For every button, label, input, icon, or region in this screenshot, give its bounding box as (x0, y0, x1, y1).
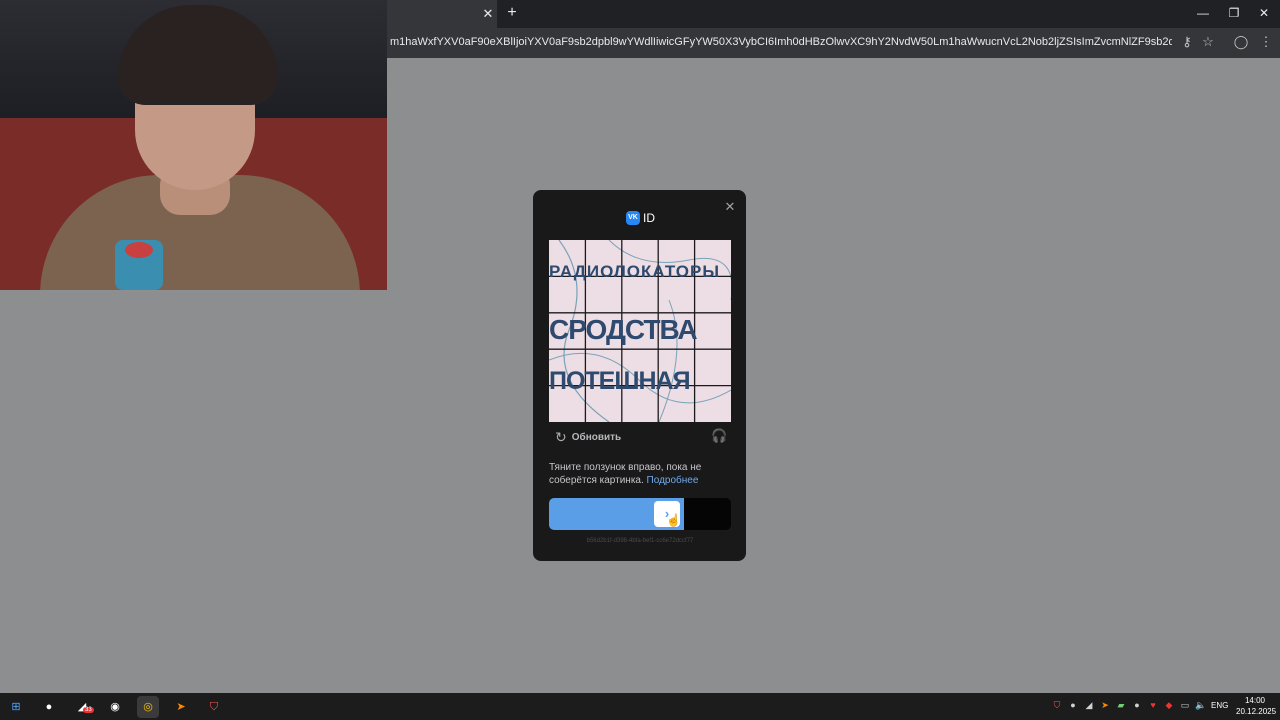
security-icon[interactable]: ◆ (1163, 700, 1175, 711)
puzzle-image: РАДИОЛОКАТОРЫ СРОДСТВА ПОТЕШНАЯ (549, 240, 731, 422)
webcam-overlay (0, 0, 387, 290)
telegram-badge: 33 (83, 707, 94, 713)
url-field[interactable]: m1haWxfYXV0aF90eXBlIjoiYXV0aF9sb2dpbl9wY… (390, 36, 1172, 48)
star-icon[interactable]: ☆ (1199, 34, 1217, 50)
more-link[interactable]: Подробнее (647, 475, 699, 486)
refresh-label: Обновить (571, 431, 622, 443)
refresh-button[interactable]: ↻ Обновить (555, 429, 621, 445)
obs-icon[interactable]: ◉ (104, 696, 126, 718)
headphones-icon[interactable]: 🎧 (711, 428, 727, 444)
windows-start-icon[interactable]: ⊞ (5, 696, 27, 718)
puzzle-row-1: РАДИОЛОКАТОРЫ (549, 262, 721, 281)
session-id: b56d2b1f-d398-4bfa-bef1-cc6e72dccf77 (586, 538, 694, 544)
brand-title: ID (643, 211, 655, 225)
clock-time: 14:00 (1244, 696, 1266, 705)
shield-icon[interactable]: ⛉ (1051, 700, 1063, 711)
menu-icon[interactable]: ⋮ (1257, 34, 1275, 50)
chrome-icon[interactable]: ◎ (137, 696, 159, 718)
app-tray-icon[interactable]: ➤ (1099, 700, 1111, 711)
taskbar: ⊞ ● ◢ 33 ◉ ◎ ➤ ⛉ ⛉ ● ◢ ➤ ▰ ● ♥ ◆ ▭ 🔈 ENG… (0, 693, 1280, 720)
instruction: Тяните ползунок вправо, пока не соберётс… (549, 461, 739, 487)
steam-tray-icon[interactable]: ● (1067, 700, 1079, 710)
close-icon[interactable]: ✕ (722, 199, 738, 215)
vk-logo-icon: VK (626, 211, 640, 225)
minimize-icon[interactable]: — (1193, 6, 1213, 20)
key-icon[interactable]: ⚷ (1178, 34, 1196, 50)
steam-icon[interactable]: ● (38, 696, 60, 718)
profile-icon[interactable]: ◯ (1232, 34, 1250, 50)
volume-icon[interactable]: 🔈 (1195, 700, 1207, 711)
person-hair (118, 5, 278, 105)
network-icon[interactable]: ▭ (1179, 700, 1191, 711)
plus-icon[interactable]: + (504, 4, 520, 22)
microphone-top (125, 242, 153, 258)
clock-date: 20.12.2025 (1236, 707, 1277, 716)
language-indicator[interactable]: ENG (1211, 701, 1228, 710)
steam-tray-icon-2[interactable]: ● (1131, 700, 1143, 710)
restore-icon[interactable]: ❐ (1224, 6, 1244, 20)
telegram-tray-icon[interactable]: ◢ (1083, 700, 1095, 711)
close-window-icon[interactable]: ✕ (1254, 6, 1274, 20)
app-icon[interactable]: ➤ (170, 696, 192, 718)
close-icon[interactable]: ✕ (480, 6, 496, 22)
clock[interactable]: 14:00 20.12.2025 (1236, 695, 1277, 717)
nvidia-icon[interactable]: ▰ (1115, 700, 1127, 711)
puzzle-row-2: СРОДСТВА (549, 314, 698, 345)
brave-icon[interactable]: ⛉ (203, 696, 225, 718)
refresh-icon: ↻ (555, 428, 567, 445)
puzzle-row-3: ПОТЕШНАЯ (549, 367, 691, 395)
hand-cursor-icon: ☝ (666, 513, 681, 527)
antivirus-icon[interactable]: ♥ (1147, 700, 1159, 710)
